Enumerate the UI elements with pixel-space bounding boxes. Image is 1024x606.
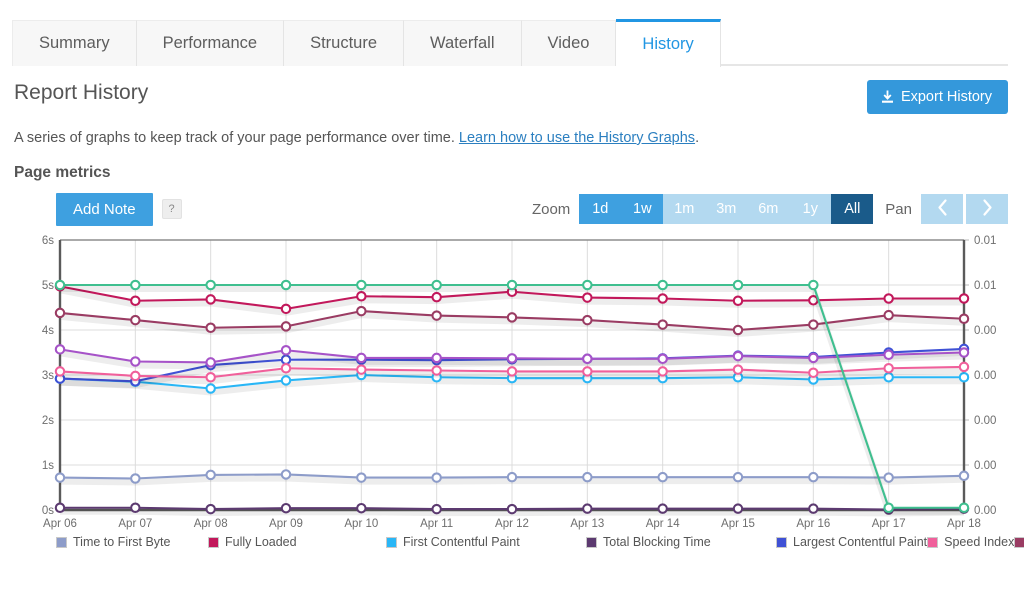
legend-swatch (586, 537, 597, 548)
page-title: Report History (14, 80, 148, 105)
legend-swatch (927, 537, 938, 548)
intro-text-after: . (695, 130, 699, 146)
svg-text:Apr 11: Apr 11 (420, 518, 453, 530)
legend-swatch (1014, 537, 1024, 548)
zoom-option-1w[interactable]: 1w (621, 194, 663, 224)
svg-text:0.00: 0.00 (974, 505, 996, 517)
intro-text-before: A series of graphs to keep track of your… (14, 130, 459, 146)
legend-item[interactable]: Onload Time (1014, 532, 1024, 552)
legend-swatch (776, 537, 787, 548)
svg-text:Apr 13: Apr 13 (570, 518, 604, 530)
legend-label: First Contentful Paint (403, 535, 520, 549)
svg-text:0.00: 0.00 (974, 325, 996, 337)
export-history-label: Export History (901, 89, 992, 105)
svg-text:Apr 16: Apr 16 (796, 518, 830, 530)
tab-waterfall[interactable]: Waterfall (404, 20, 522, 66)
svg-text:0.00: 0.00 (974, 415, 996, 427)
svg-text:Apr 10: Apr 10 (344, 518, 378, 530)
tab-label: Structure (310, 34, 377, 53)
zoom-pan-controls: Zoom 1d1w1m3m6m1yAll Pan (532, 194, 1008, 224)
tab-structure[interactable]: Structure (284, 20, 404, 66)
chart-toolbar: Add Note ? Zoom 1d1w1m3m6m1yAll Pan (56, 192, 1008, 226)
page-metrics-chart: Add Note ? Zoom 1d1w1m3m6m1yAll Pan (0, 192, 1024, 552)
zoom-option-6m[interactable]: 6m (747, 194, 789, 224)
svg-text:Apr 14: Apr 14 (646, 518, 680, 530)
legend-label: Speed Index (944, 535, 1014, 549)
legend-item[interactable]: First Contentful Paint (386, 532, 586, 552)
chart-plot-area[interactable]: 0s 1s 2s 3s 4s 5s 6s 0.00 0.00 0.00 0.00 0.00 0.01 0.… (0, 230, 1024, 530)
zoom-option-1d[interactable]: 1d (579, 194, 621, 224)
svg-text:0.01: 0.01 (974, 235, 996, 247)
legend-item[interactable]: Total Blocking Time (586, 532, 776, 552)
zoom-button-group: 1d1w1m3m6m1yAll (579, 194, 873, 224)
export-history-button[interactable]: Export History (867, 80, 1008, 114)
legend-label: Total Blocking Time (603, 535, 711, 549)
intro-text: A series of graphs to keep track of your… (0, 114, 1024, 146)
chart-legend: Time to First Byte Fully Loaded First Cont… (56, 532, 1024, 552)
tab-label: Performance (163, 34, 257, 53)
history-graphs-help-link[interactable]: Learn how to use the History Graphs (459, 130, 695, 146)
tab-performance[interactable]: Performance (137, 20, 284, 66)
svg-text:0.00: 0.00 (974, 370, 996, 382)
zoom-option-3m[interactable]: 3m (705, 194, 747, 224)
tab-label: History (642, 35, 693, 54)
legend-swatch (56, 537, 67, 548)
legend-label: Time to First Byte (73, 535, 170, 549)
svg-text:1s: 1s (42, 460, 54, 472)
pan-label: Pan (885, 201, 912, 218)
svg-text:Apr 07: Apr 07 (118, 518, 152, 530)
tab-video[interactable]: Video (522, 20, 617, 66)
svg-text:4s: 4s (42, 325, 54, 337)
tab-label: Video (548, 34, 590, 53)
page-header: Report History Export History (0, 66, 1024, 114)
pan-previous-button[interactable] (921, 194, 963, 224)
legend-swatch (208, 537, 219, 548)
svg-text:0s: 0s (42, 505, 54, 517)
svg-text:Apr 08: Apr 08 (194, 518, 228, 530)
svg-text:Apr 09: Apr 09 (269, 518, 303, 530)
chevron-right-icon (980, 198, 995, 220)
svg-text:Apr 15: Apr 15 (721, 518, 755, 530)
svg-text:3s: 3s (42, 370, 54, 382)
svg-text:0.00: 0.00 (974, 460, 996, 472)
svg-text:Apr 12: Apr 12 (495, 518, 529, 530)
download-icon (881, 90, 894, 104)
svg-text:0.01: 0.01 (974, 280, 996, 292)
pan-next-button[interactable] (966, 194, 1008, 224)
legend-item[interactable]: Speed Index (927, 532, 1014, 552)
svg-text:6s: 6s (42, 235, 54, 247)
svg-text:2s: 2s (42, 415, 54, 427)
svg-text:Apr 17: Apr 17 (872, 518, 906, 530)
svg-text:5s: 5s (42, 280, 54, 292)
legend-label: Fully Loaded (225, 535, 297, 549)
zoom-option-1m[interactable]: 1m (663, 194, 705, 224)
tab-label: Waterfall (430, 34, 495, 53)
chevron-left-icon (935, 198, 950, 220)
section-title-page-metrics: Page metrics (0, 146, 1024, 182)
tab-label: Summary (39, 34, 110, 53)
chart-svg: 0s 1s 2s 3s 4s 5s 6s 0.00 0.00 0.00 0.00 0.00 0.01 0.… (0, 230, 1024, 530)
svg-text:Apr 18: Apr 18 (947, 518, 981, 530)
add-note-button[interactable]: Add Note (56, 193, 153, 226)
report-tab-bar: Summary Performance Structure Waterfall Vide… (0, 0, 1024, 66)
legend-item[interactable]: Largest Contentful Paint (776, 532, 927, 552)
legend-swatch (386, 537, 397, 548)
legend-item[interactable]: Time to First Byte (56, 532, 208, 552)
tab-history[interactable]: History (616, 19, 720, 67)
legend-label: Largest Contentful Paint (793, 535, 927, 549)
legend-item[interactable]: Fully Loaded (208, 532, 386, 552)
zoom-label: Zoom (532, 201, 570, 218)
zoom-option-All[interactable]: All (831, 194, 873, 224)
help-icon[interactable]: ? (162, 199, 182, 219)
svg-text:Apr 06: Apr 06 (43, 518, 77, 530)
tab-summary[interactable]: Summary (12, 20, 137, 66)
zoom-option-1y[interactable]: 1y (789, 194, 831, 224)
